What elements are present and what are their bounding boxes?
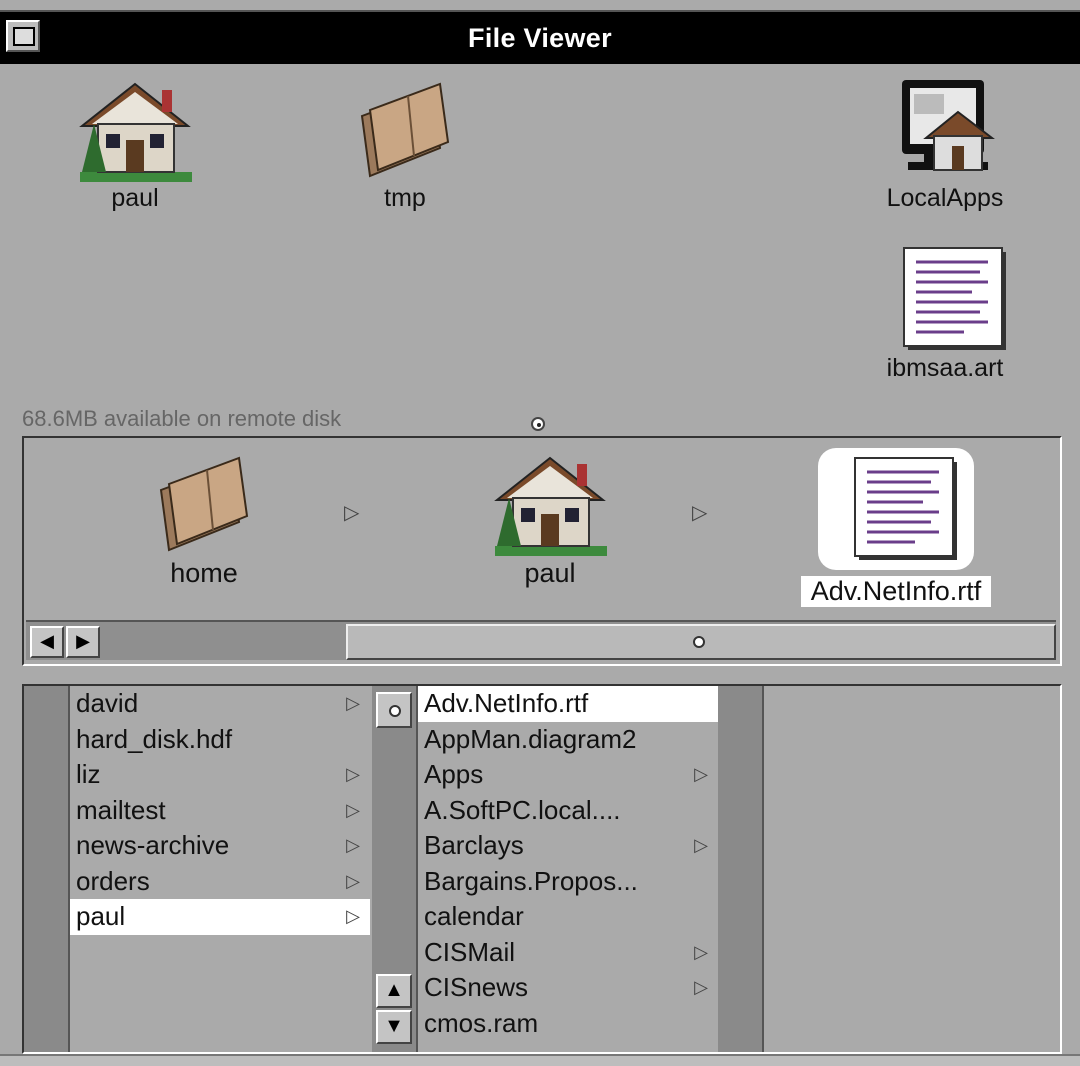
submenu-arrow-icon: ▷ <box>694 835 708 855</box>
path-item-adv-netinfo[interactable]: Adv.NetInfo.rtf <box>786 448 1006 607</box>
column3-scrollbar[interactable] <box>718 686 764 1052</box>
list-item[interactable]: cmos.ram <box>418 1006 718 1042</box>
list-item[interactable]: mailtest ▷ <box>70 793 370 829</box>
list-item[interactable]: Apps ▷ <box>418 757 718 793</box>
scroll-up-button[interactable]: ▲ <box>376 974 412 1008</box>
computer-house-icon <box>880 74 1010 184</box>
list-item-label: Barclays <box>424 830 524 860</box>
window-title: File Viewer <box>468 23 612 53</box>
submenu-arrow-icon: ▷ <box>694 941 708 962</box>
list-item[interactable]: liz ▷ <box>70 757 370 793</box>
submenu-arrow-icon: ▷ <box>346 693 360 713</box>
path-item-label: paul <box>524 558 576 588</box>
path-separator-arrow-icon: ▷ <box>344 502 360 524</box>
submenu-arrow-icon: ▷ <box>694 764 708 784</box>
shelf-item-label: tmp <box>384 184 426 212</box>
house-icon <box>485 448 615 558</box>
list-item[interactable]: hard_disk.hdf <box>70 722 370 758</box>
list-item-label: CISMail <box>424 936 516 967</box>
list-item-label: CISnews <box>424 972 529 1002</box>
list-item-label: hard_disk.hdf <box>76 723 233 754</box>
file-browser: david ▷ hard_disk.hdf liz ▷ mailtest ▷ n… <box>22 684 1062 1054</box>
shelf-item-paul[interactable]: paul <box>70 74 200 213</box>
path-item-label: Adv.NetInfo.rtf <box>800 576 992 607</box>
browser-column-2: Adv.NetInfo.rtf AppMan.diagram2 Apps ▷ A… <box>418 686 718 1052</box>
list-item-label: A.SoftPC.local.... <box>424 794 621 825</box>
column2-scrollbar[interactable]: ▲ ▼ <box>372 686 418 1052</box>
shelf-item-tmp[interactable]: tmp <box>340 74 470 213</box>
submenu-arrow-icon: ▷ <box>346 906 360 926</box>
shelf-resize-handle[interactable] <box>531 417 545 431</box>
submenu-arrow-icon: ▷ <box>694 977 708 997</box>
list-item-label: cmos.ram <box>424 1007 539 1038</box>
list-item-label: calendar <box>424 901 524 931</box>
file-viewer-window: File Viewer paul tmp LocalApps ibmsaa.ar… <box>0 0 1080 1066</box>
list-item-label: paul <box>76 901 126 931</box>
list-item-selected[interactable]: Adv.NetInfo.rtf <box>418 686 718 722</box>
path-item-paul[interactable]: paul <box>480 448 620 589</box>
path-horizontal-scrollbar[interactable]: ◀ ▶ <box>26 620 1056 660</box>
document-icon <box>831 448 961 564</box>
list-item[interactable]: AppMan.diagram2 <box>418 722 718 758</box>
list-item[interactable]: Barclays ▷ <box>418 828 718 864</box>
folder-icon <box>340 74 470 184</box>
shelf-item-label: ibmsaa.art <box>886 354 1004 382</box>
shelf-item-localapps[interactable]: LocalApps <box>870 74 1020 213</box>
submenu-arrow-icon: ▷ <box>346 799 360 820</box>
list-item-label: orders <box>76 865 150 896</box>
list-item-label: news-archive <box>76 830 230 860</box>
list-item[interactable]: calendar <box>418 899 718 935</box>
list-item[interactable]: orders ▷ <box>70 864 370 900</box>
list-item-label: liz <box>76 759 101 789</box>
list-item-selected[interactable]: paul ▷ <box>70 899 370 935</box>
list-item[interactable]: Bargains.Propos... <box>418 864 718 900</box>
path-separator-arrow-icon: ▷ <box>692 502 708 524</box>
disk-space-status: 68.6MB available on remote disk <box>22 406 342 431</box>
path-item-label: home <box>170 558 238 588</box>
list-item-label: Apps <box>424 759 484 789</box>
list-item[interactable]: CISnews ▷ <box>418 970 718 1006</box>
shelf: paul tmp LocalApps ibmsaa.art <box>0 64 1080 434</box>
scroll-right-button[interactable]: ▶ <box>66 626 100 658</box>
list-item-label: david <box>76 688 139 718</box>
submenu-arrow-icon: ▷ <box>346 835 360 855</box>
shelf-item-label: paul <box>111 184 159 212</box>
scroll-down-button[interactable]: ▼ <box>376 1010 412 1044</box>
submenu-arrow-icon: ▷ <box>346 764 360 784</box>
path-view: home ▷ paul ▷ Adv.NetInfo.rtf ◀ ▶ <box>22 436 1062 666</box>
column1-scrollbar[interactable] <box>24 686 70 1052</box>
knob-dot-icon <box>693 636 705 648</box>
browser-column-3 <box>764 686 1060 1052</box>
document-icon <box>880 244 1010 354</box>
list-item-label: mailtest <box>76 794 166 825</box>
window-resize-bar[interactable] <box>0 1054 1080 1066</box>
list-item-label: Adv.NetInfo.rtf <box>424 688 589 718</box>
scroll-left-button[interactable]: ◀ <box>30 626 64 658</box>
house-icon <box>70 74 200 184</box>
list-item[interactable]: david ▷ <box>70 686 370 722</box>
shelf-item-ibmsaa[interactable]: ibmsaa.art <box>870 244 1020 383</box>
scroll-knob[interactable] <box>346 624 1056 660</box>
path-item-home[interactable]: home <box>134 448 274 589</box>
list-item-label: AppMan.diagram2 <box>424 723 637 754</box>
list-item[interactable]: CISMail ▷ <box>418 935 718 971</box>
shelf-item-label: LocalApps <box>886 184 1004 212</box>
selected-icon-highlight <box>818 448 974 570</box>
list-item[interactable]: news-archive ▷ <box>70 828 370 864</box>
title-bar[interactable]: File Viewer <box>0 10 1080 64</box>
list-item-label: Bargains.Propos... <box>424 865 638 896</box>
scroll-knob[interactable] <box>376 692 412 728</box>
folder-icon <box>139 448 269 558</box>
browser-column-1: david ▷ hard_disk.hdf liz ▷ mailtest ▷ n… <box>70 686 370 1052</box>
submenu-arrow-icon: ▷ <box>346 870 360 891</box>
list-item[interactable]: A.SoftPC.local.... <box>418 793 718 829</box>
